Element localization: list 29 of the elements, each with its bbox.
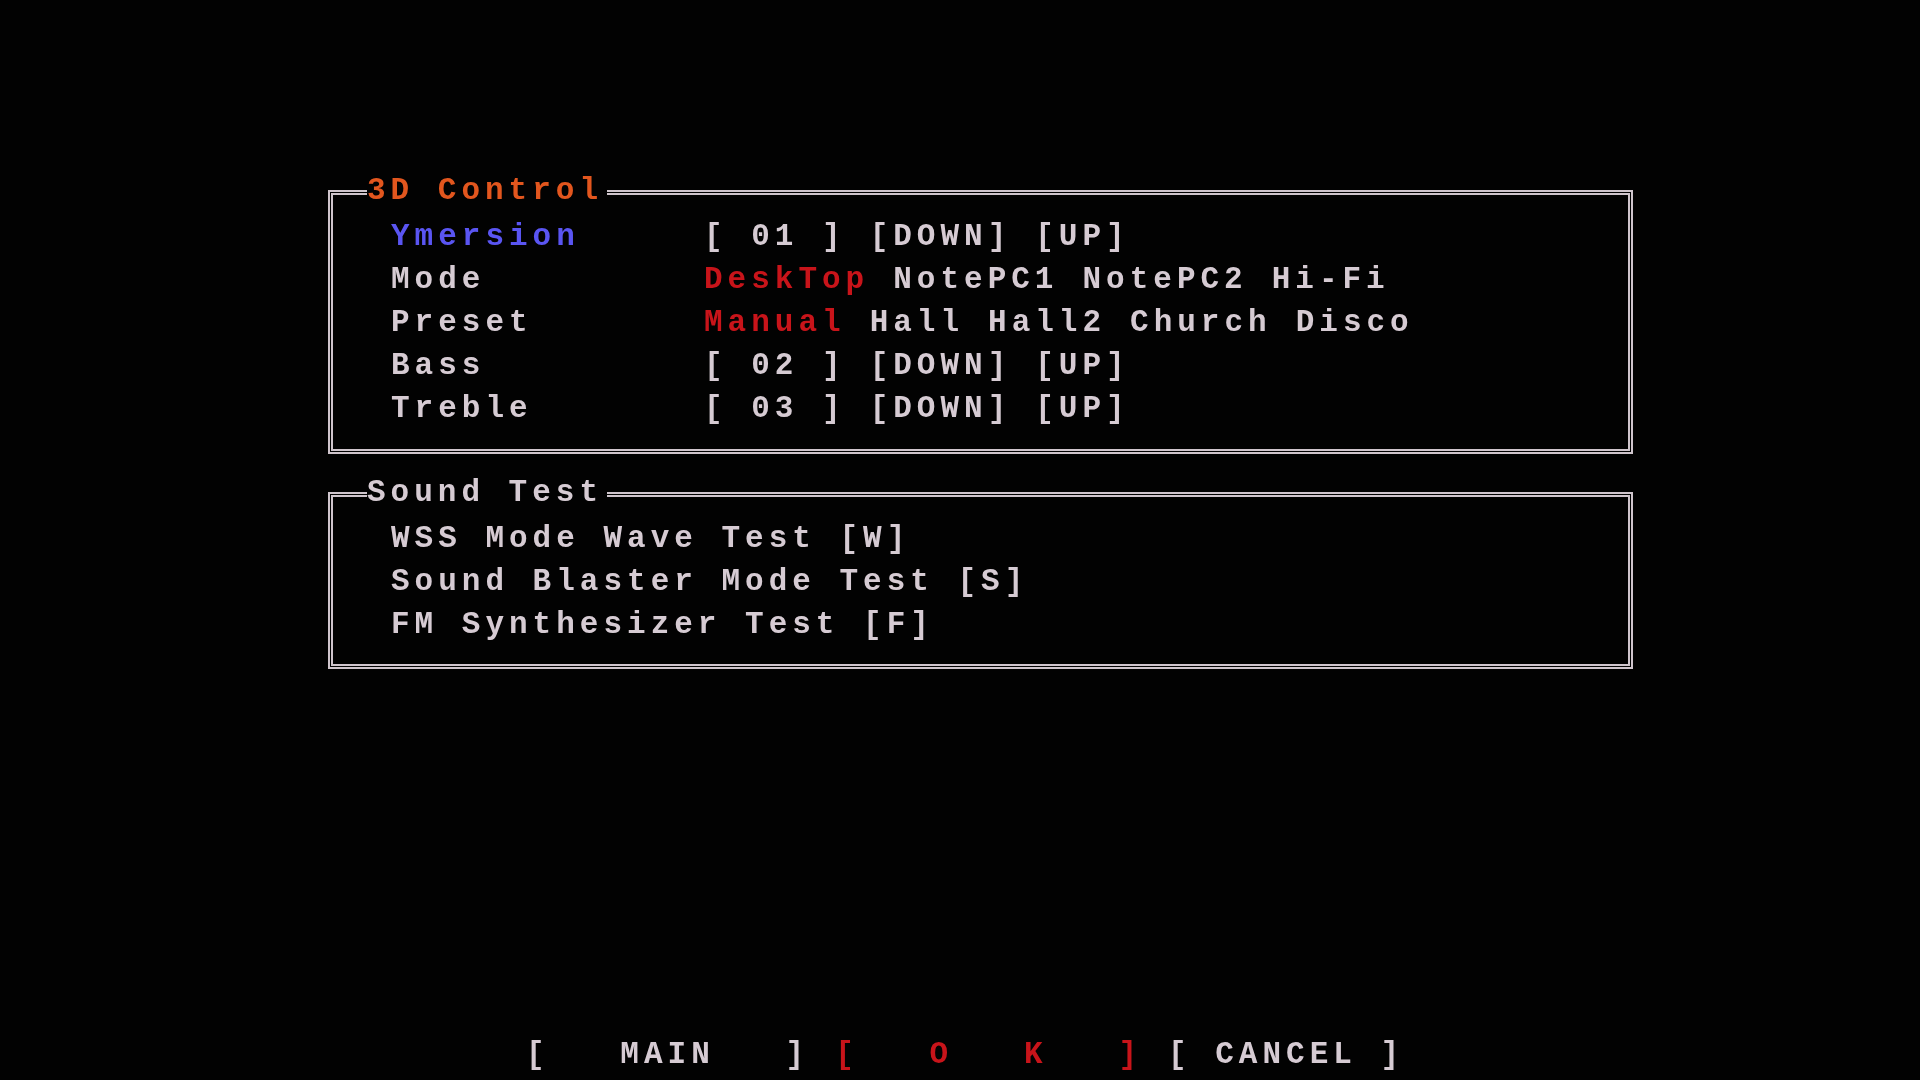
up-button[interactable]: [UP]	[1035, 348, 1130, 383]
setting-label[interactable]: Sound Blaster Mode Test [S]	[391, 564, 1029, 599]
option-item[interactable]: Manual	[704, 305, 846, 340]
option-item[interactable]: NotePC1	[893, 262, 1059, 297]
setting-label[interactable]: FM Synthesizer Test [F]	[391, 607, 934, 642]
down-button[interactable]: [DOWN]	[869, 348, 1012, 383]
menu-button[interactable]: [ CANCEL ]	[1168, 1037, 1405, 1072]
setting-label[interactable]: Treble	[391, 391, 704, 426]
menu-button[interactable]: [ MAIN ]	[525, 1037, 810, 1072]
setting-label[interactable]: Ymersion	[391, 219, 704, 254]
option-item[interactable]: Church	[1130, 305, 1272, 340]
value-display: [ 01 ]	[704, 219, 846, 254]
menu-button[interactable]: [ O K ]	[835, 1037, 1143, 1072]
down-button[interactable]: [DOWN]	[869, 391, 1012, 426]
option-item[interactable]: Hall	[869, 305, 965, 340]
setting-label[interactable]: Mode	[391, 262, 704, 297]
option-item[interactable]: NotePC2	[1082, 262, 1248, 297]
value-display: [ 03 ]	[704, 391, 846, 426]
option-item[interactable]: Hi-Fi	[1271, 262, 1390, 297]
up-button[interactable]: [UP]	[1035, 391, 1130, 426]
value-display: [ 02 ]	[704, 348, 846, 383]
down-button[interactable]: [DOWN]	[869, 219, 1012, 254]
option-item[interactable]: DeskTop	[704, 262, 870, 297]
setting-label[interactable]: WSS Mode Wave Test [W]	[391, 521, 911, 556]
option-item[interactable]: Disco	[1295, 305, 1414, 340]
setting-label[interactable]: Preset	[391, 305, 704, 340]
up-button[interactable]: [UP]	[1035, 219, 1130, 254]
setting-label[interactable]: Bass	[391, 348, 704, 383]
option-item[interactable]: Hall2	[988, 305, 1107, 340]
